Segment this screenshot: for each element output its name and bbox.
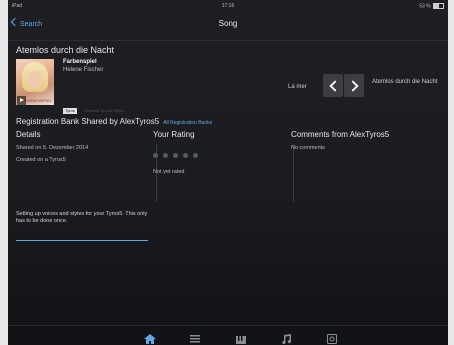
rating-status: Not yet rated <box>153 169 185 175</box>
shared-date: Shared on 5. Dezember 2014 <box>16 145 89 151</box>
tab-settings[interactable] <box>326 331 338 344</box>
tag-row: Tyros Genesis Tyros5 Offline <box>63 99 125 114</box>
album-name: Farbenspiel <box>63 59 97 65</box>
device-bezel-right <box>448 0 454 345</box>
tab-instrument[interactable] <box>235 331 247 344</box>
details-header: Details <box>16 130 41 139</box>
comments-section: Comments from AlexTyros5 No comments <box>291 130 441 151</box>
previous-song-label: La mer <box>288 84 307 90</box>
play-icon <box>20 98 24 102</box>
details-section: Details Shared on 5. Dezember 2014 Creat… <box>16 130 146 163</box>
music-note-icon <box>282 334 292 345</box>
previous-song-button[interactable] <box>323 74 343 97</box>
rating-header: Your Rating <box>153 130 195 139</box>
registration-title-text: Registration Bank Shared by AlexTyros5 <box>16 117 160 126</box>
tab-music[interactable] <box>280 331 292 345</box>
chevron-right-icon <box>347 80 359 92</box>
song-title: Atemlos durch die Nacht <box>16 45 115 55</box>
rating-section: Your Rating Not yet rated <box>153 130 283 175</box>
play-button[interactable] <box>17 96 26 105</box>
settings-icon <box>327 334 337 344</box>
tab-home[interactable] <box>144 331 156 344</box>
all-registration-banks-link[interactable]: All Registration Banks <box>163 120 212 126</box>
battery-status: 53 % <box>419 3 444 9</box>
home-icon <box>144 334 156 344</box>
registration-bank-title: Registration Bank Shared by AlexTyros5 Al… <box>16 117 212 126</box>
device-bezel-left <box>0 0 8 345</box>
setup-progress-bar <box>16 240 148 241</box>
status-bar: iPad 17:16 53 % <box>8 0 448 12</box>
instrument-tag: Tyros <box>63 108 77 114</box>
comments-status: No comments <box>291 145 325 151</box>
star-icon[interactable] <box>153 153 158 158</box>
artist-name: Helene Fischer <box>63 67 104 73</box>
star-icon[interactable] <box>173 153 178 158</box>
created-on: Created on a Tyros5 <box>16 157 66 163</box>
keyboard-icon <box>236 336 246 344</box>
app-screen: iPad 17:16 53 % Search Song Atemlos durc… <box>8 0 448 345</box>
cover-text: FARBENSPIEL <box>24 98 52 103</box>
column-divider <box>293 144 294 202</box>
tab-bar <box>8 325 448 345</box>
chevron-left-icon <box>329 80 341 92</box>
star-icon[interactable] <box>183 153 188 158</box>
next-song-label: Atemlos durch die Nacht <box>372 79 438 85</box>
page-title: Song <box>218 19 238 28</box>
star-icon[interactable] <box>193 153 198 158</box>
battery-text: 53 % <box>419 3 431 10</box>
comments-header: Comments from AlexTyros5 <box>291 130 390 139</box>
star-icon[interactable] <box>163 153 168 158</box>
status-time: 17:16 <box>221 3 235 9</box>
battery-icon <box>433 3 444 9</box>
star-rating[interactable] <box>153 145 283 163</box>
instrument-tag-extra: Genesis Tyros5 Offline <box>84 108 125 113</box>
list-icon <box>190 335 200 343</box>
next-song-button[interactable] <box>344 74 364 97</box>
tab-registrations[interactable] <box>189 331 201 343</box>
navigation-bar: Search Song <box>8 12 448 41</box>
setup-message: Setting up voices and styles for your Ty… <box>16 211 148 224</box>
